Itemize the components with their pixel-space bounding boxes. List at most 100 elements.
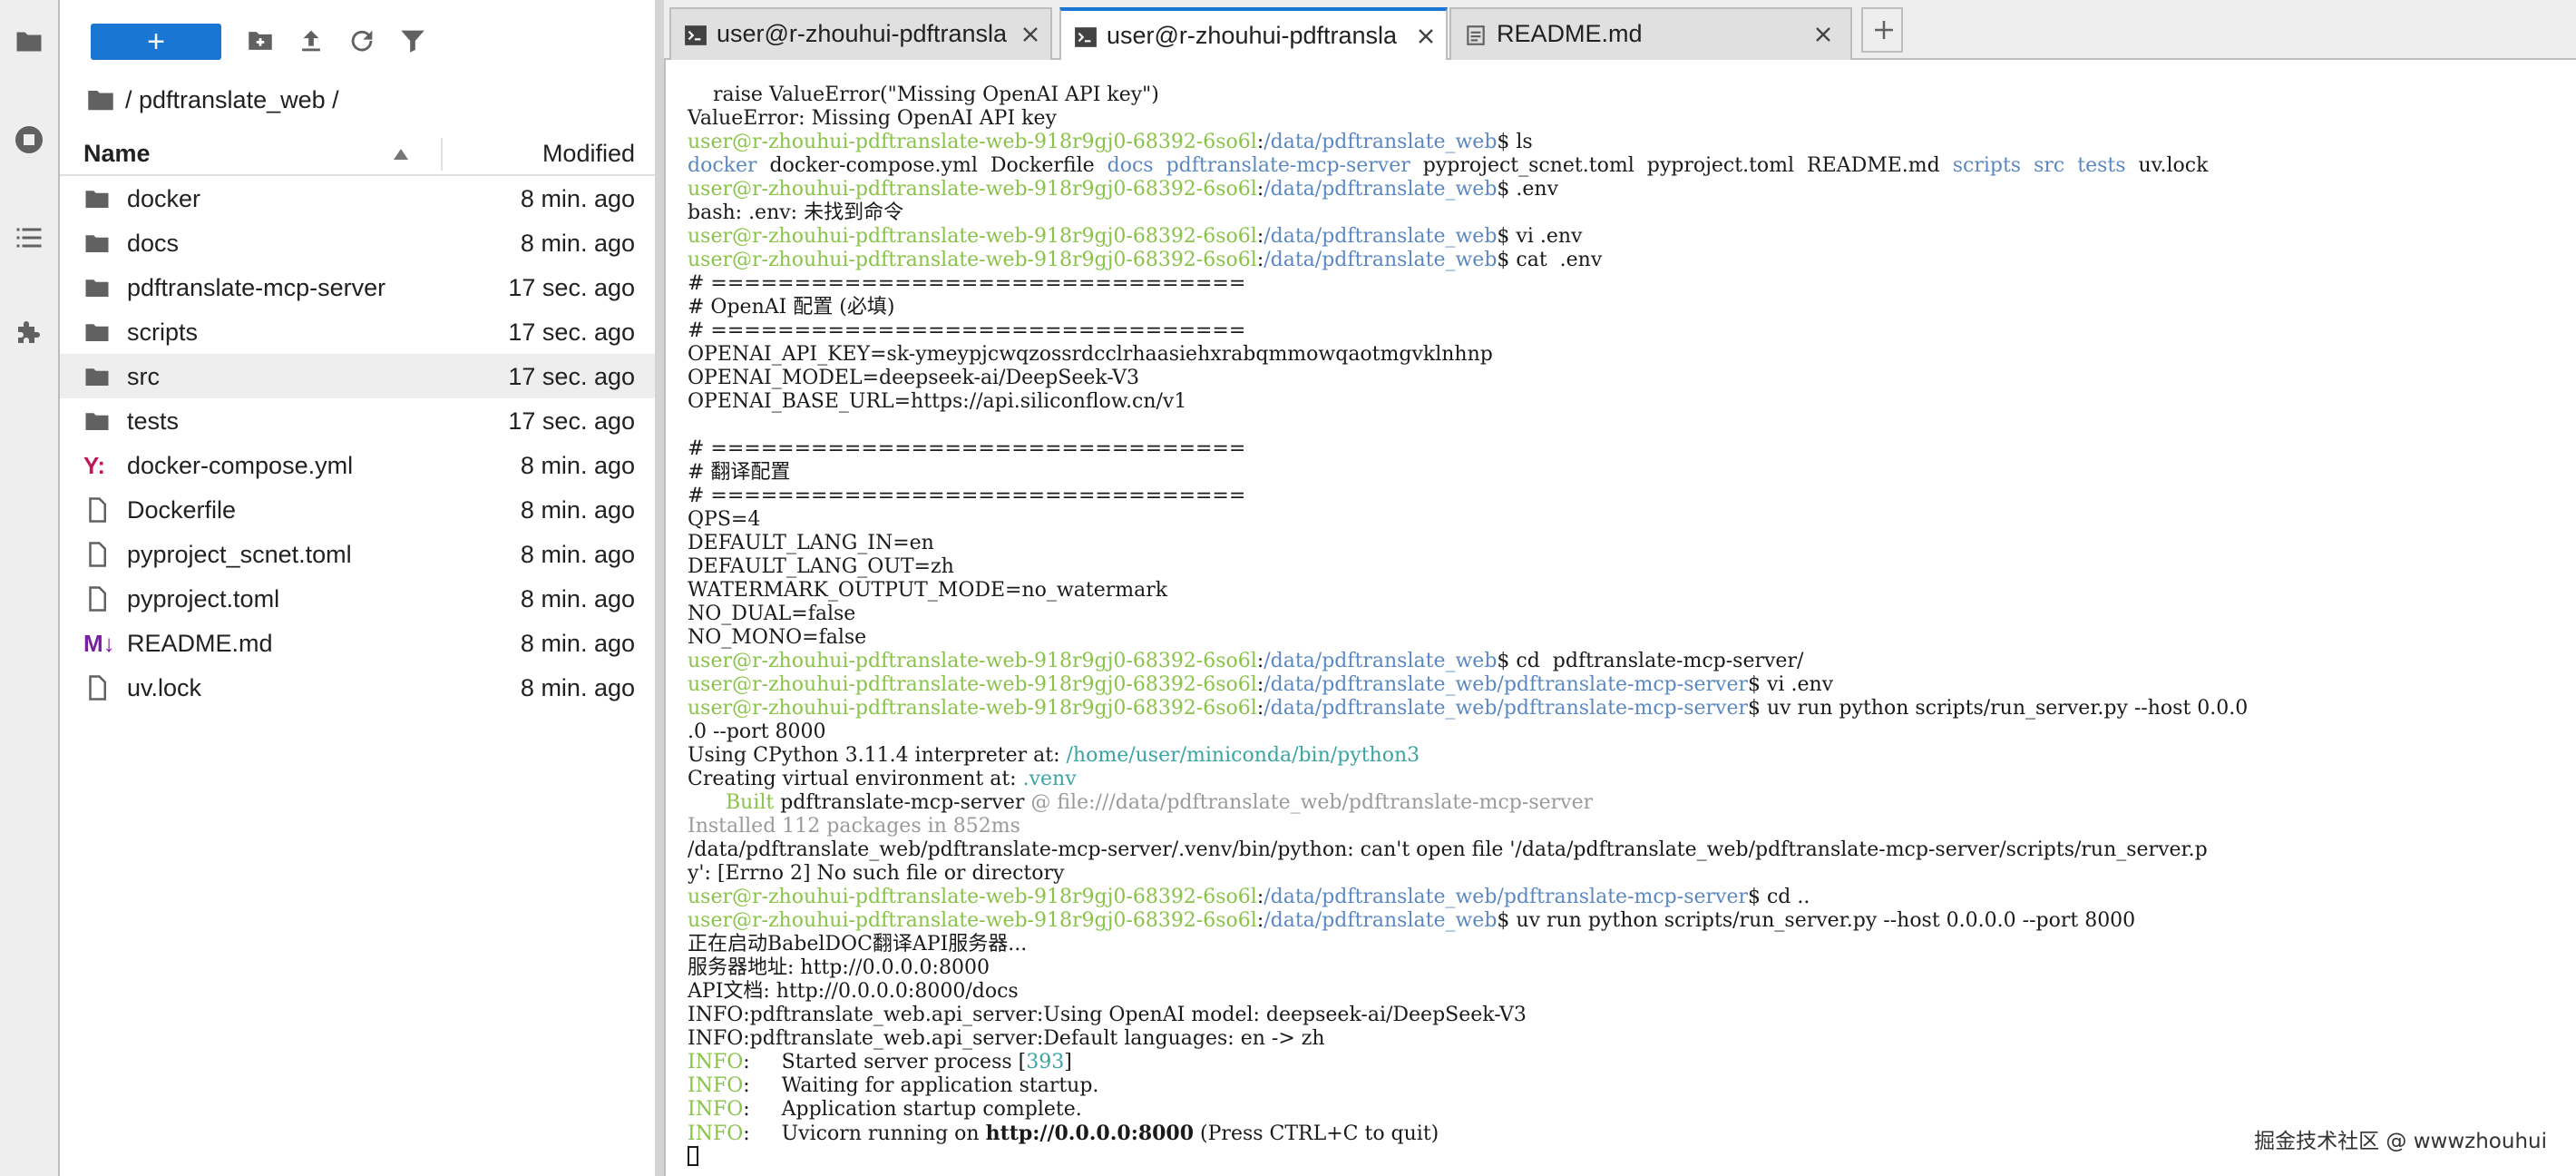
close-icon[interactable] <box>1810 22 1836 47</box>
new-launcher-button[interactable]: + <box>91 24 221 60</box>
close-icon[interactable] <box>1413 24 1439 49</box>
file-modified: 8 min. ago <box>520 185 635 212</box>
sort-ascending-icon[interactable] <box>394 149 408 160</box>
terminal-line: # ================================ <box>688 319 2576 343</box>
file-modified: 8 min. ago <box>520 585 635 612</box>
terminal-line: raise ValueError("Missing OpenAI API key… <box>688 83 2576 107</box>
terminal-line: .0 --port 8000 <box>688 720 2576 744</box>
file-row-tests[interactable]: tests 17 sec. ago <box>60 398 655 443</box>
filter-icon[interactable] <box>397 25 428 56</box>
file-row-dockerfile[interactable]: Dockerfile 8 min. ago <box>60 487 655 532</box>
tab-terminal-2[interactable]: user@r-zhouhui-pdftransla <box>1059 7 1448 62</box>
file-row-uv-lock[interactable]: uv.lock 8 min. ago <box>60 665 655 710</box>
terminal-line: /data/pdftranslate_web/pdftranslate-mcp-… <box>688 838 2576 862</box>
terminal-text: INFO <box>688 1051 744 1073</box>
terminal-text: NO_MONO=false <box>688 626 867 649</box>
terminal-text: ] <box>1064 1051 1072 1073</box>
terminal-text: raise ValueError("Missing OpenAI API key… <box>688 83 1159 106</box>
terminal-text: /data/pdftranslate_web/pdftranslate-mcp-… <box>1264 673 1748 696</box>
terminal-line: # ================================ <box>688 485 2576 508</box>
table-of-contents-icon[interactable] <box>13 221 45 254</box>
column-header-name[interactable]: Name <box>83 140 151 168</box>
folder-icon[interactable] <box>13 25 45 58</box>
file-row-pyproject-toml[interactable]: pyproject.toml 8 min. ago <box>60 576 655 621</box>
file-name: Dockerfile <box>127 496 237 524</box>
terminal-text: /data/pdftranslate_web <box>1264 909 1498 932</box>
terminal-line: NO_MONO=false <box>688 626 2576 650</box>
file-name: pyproject.toml <box>127 585 280 612</box>
terminal-text: : Application startup complete. <box>743 1098 1082 1121</box>
breadcrumb[interactable]: / pdftranslate_web / <box>87 82 339 118</box>
watermark: 掘金技术社区 @ wwwzhouhui <box>2254 1130 2547 1153</box>
activity-bar <box>0 0 60 1176</box>
running-icon[interactable] <box>13 123 45 156</box>
file-name: docker <box>127 185 201 212</box>
column-divider[interactable] <box>441 138 443 171</box>
terminal-line: user@r-zhouhui-pdftranslate-web-918r9gj0… <box>688 249 2576 272</box>
terminal-text: /data/pdftranslate_web <box>1264 249 1498 271</box>
terminal-text: API文档: http://0.0.0.0:8000/docs <box>688 980 1019 1003</box>
folder-icon <box>88 91 113 111</box>
file-row-docker-compose-yml[interactable]: Y: docker-compose.yml 8 min. ago <box>60 443 655 487</box>
terminal[interactable]: raise ValueError("Missing OpenAI API key… <box>664 60 2576 1176</box>
file-row-scripts[interactable]: scripts 17 sec. ago <box>60 309 655 354</box>
tab-label: README.md <box>1497 20 1643 47</box>
terminal-line: Built pdftranslate-mcp-server @ file:///… <box>688 791 2576 815</box>
file-name: pdftranslate-mcp-server <box>127 274 386 301</box>
close-icon[interactable] <box>1018 22 1043 47</box>
terminal-text: INFO <box>688 1074 744 1097</box>
terminal-cursor <box>688 1146 698 1166</box>
tab-readme[interactable]: README.md <box>1449 7 1852 60</box>
terminal-text: DEFAULT_LANG_OUT=zh <box>688 555 954 578</box>
refresh-icon[interactable] <box>346 25 377 56</box>
terminal-text: $ uv run python scripts/run_server.py --… <box>1497 909 2136 932</box>
terminal-line: bash: .env: 未找到命令 <box>688 201 2576 225</box>
terminal-line: docker docker-compose.yml Dockerfile doc… <box>688 154 2576 178</box>
folder-icon <box>83 274 111 301</box>
file-row-docker[interactable]: docker 8 min. ago <box>60 176 655 220</box>
terminal-text: # ================================ <box>688 485 1246 507</box>
tab-terminal-1[interactable]: user@r-zhouhui-pdftransla <box>669 7 1052 60</box>
terminal-line: y': [Errno 2] No such file or directory <box>688 862 2576 886</box>
column-header-modified[interactable]: Modified <box>542 140 635 168</box>
upload-icon[interactable] <box>296 25 327 56</box>
file-icon <box>83 541 111 568</box>
terminal-text: OPENAI_BASE_URL=https://api.siliconflow.… <box>688 390 1187 413</box>
terminal-text: Installed 112 packages in 852ms <box>688 815 1020 838</box>
terminal-text: docker <box>688 154 757 177</box>
terminal-text: .venv <box>1022 768 1077 790</box>
terminal-text: QPS=4 <box>688 508 761 531</box>
file-row-src[interactable]: src 17 sec. ago <box>60 354 655 398</box>
plus-icon <box>1875 21 1893 39</box>
terminal-line: OPENAI_API_KEY=sk-ymeypjcwqzossrdcclrhaa… <box>688 343 2576 367</box>
terminal-text: pdftranslate-mcp-server <box>1166 154 1410 177</box>
file-name: src <box>127 363 160 390</box>
terminal-line: INFO: Application startup complete. <box>688 1098 2576 1122</box>
terminal-text: INFO:pdftranslate_web.api_server:Using O… <box>688 1004 1527 1026</box>
terminal-text: # OpenAI 配置 (必填) <box>688 296 895 318</box>
file-row-docs[interactable]: docs 8 min. ago <box>60 220 655 265</box>
terminal-text: @ file:///data/pdftranslate_web/pdftrans… <box>1030 791 1594 814</box>
extension-icon[interactable] <box>13 316 45 348</box>
add-tab-button[interactable] <box>1861 7 1903 53</box>
file-row-pdftranslate-mcp-server[interactable]: pdftranslate-mcp-server 17 sec. ago <box>60 265 655 309</box>
terminal-text: : Started server process [ <box>743 1051 1027 1073</box>
terminal-text: WATERMARK_OUTPUT_MODE=no_watermark <box>688 579 1168 602</box>
new-folder-icon[interactable] <box>245 25 276 56</box>
file-browser-toolbar: + <box>60 0 655 82</box>
file-name: docs <box>127 230 180 257</box>
terminal-text: /data/pdftranslate_web <box>1264 178 1498 201</box>
terminal-line: # ================================ <box>688 272 2576 296</box>
file-name: README.md <box>127 630 273 657</box>
breadcrumb-path[interactable]: / pdftranslate_web / <box>125 86 339 114</box>
terminal-line: Creating virtual environment at: .venv <box>688 768 2576 791</box>
file-list: docker 8 min. ago docs 8 min. ago pdftransla… <box>60 176 655 710</box>
terminal-text: $ cd pdftranslate-mcp-server/ <box>1497 650 1804 672</box>
file-row-readme-md[interactable]: M↓ README.md 8 min. ago <box>60 621 655 665</box>
file-row-pyproject-scnet-toml[interactable]: pyproject_scnet.toml 8 min. ago <box>60 532 655 576</box>
file-icon <box>83 496 111 524</box>
